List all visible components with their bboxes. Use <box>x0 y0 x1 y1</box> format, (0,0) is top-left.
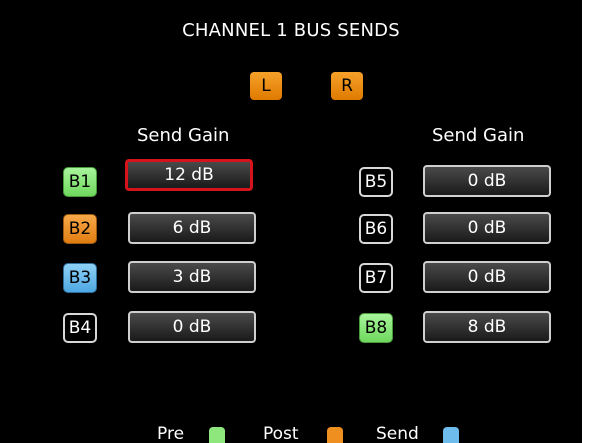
bus-b5-gain-field[interactable]: 0 dB <box>423 165 551 197</box>
bus-b1-button[interactable]: B1 <box>63 167 97 197</box>
screen: CHANNEL 1 BUS SENDS L R Send Gain Send G… <box>0 0 589 443</box>
bus-b4-gain-field[interactable]: 0 dB <box>128 311 256 343</box>
bus-b3-gain-field[interactable]: 3 dB <box>128 261 256 293</box>
display-panel: CHANNEL 1 BUS SENDS L R Send Gain Send G… <box>0 0 582 443</box>
legend-post-label: Post <box>263 424 299 443</box>
bus-b1-gain-field[interactable]: 12 dB <box>125 159 253 191</box>
legend-pre-swatch <box>209 427 225 443</box>
legend-send-label: Send <box>376 424 419 443</box>
bus-b6-button[interactable]: B6 <box>359 214 393 244</box>
screen-title: CHANNEL 1 BUS SENDS <box>182 20 400 41</box>
legend-pre-label: Pre <box>157 424 185 443</box>
bus-b8-gain-field[interactable]: 8 dB <box>423 311 551 343</box>
left-toggle-button[interactable]: L <box>250 72 282 100</box>
bus-b7-button[interactable]: B7 <box>359 263 393 293</box>
bus-b3-button[interactable]: B3 <box>63 263 97 293</box>
legend-send-swatch <box>443 427 459 443</box>
send-gain-label-right: Send Gain <box>432 125 525 146</box>
right-toggle-button[interactable]: R <box>331 72 363 100</box>
legend-post-swatch <box>327 427 343 443</box>
bus-b2-gain-field[interactable]: 6 dB <box>128 212 256 244</box>
bus-b4-button[interactable]: B4 <box>63 313 97 343</box>
bus-b5-button[interactable]: B5 <box>359 167 393 197</box>
send-gain-label-left: Send Gain <box>137 125 230 146</box>
bus-b2-button[interactable]: B2 <box>63 214 97 244</box>
bus-b8-button[interactable]: B8 <box>359 313 393 343</box>
bus-b7-gain-field[interactable]: 0 dB <box>423 261 551 293</box>
bus-b6-gain-field[interactable]: 0 dB <box>423 212 551 244</box>
